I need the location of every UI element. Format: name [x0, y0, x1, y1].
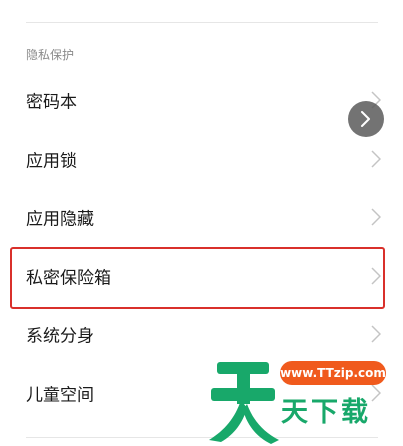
watermark-name: 天下载 [281, 397, 371, 428]
chevron-right-icon [371, 150, 381, 168]
watermark-logo-icon [209, 362, 279, 444]
list-item-label: 系统分身 [26, 326, 94, 347]
highlight-annotation-box [10, 247, 385, 309]
list-item-label: 儿童空间 [26, 385, 94, 406]
watermark-url: www.TTzip.com [280, 361, 386, 385]
list-item-password-book[interactable]: 密码本 [0, 72, 403, 128]
list-item-app-hide[interactable]: 应用隐藏 [0, 189, 403, 245]
chevron-right-icon [361, 111, 370, 127]
watermark: www.TTzip.com 天下载 [203, 354, 403, 446]
list-item-label: 应用隐藏 [26, 209, 94, 230]
list-item-label: 密码本 [26, 92, 77, 113]
top-divider [26, 22, 378, 23]
chevron-right-icon [371, 325, 381, 343]
section-header-privacy: 隐私保护 [26, 48, 75, 62]
floating-nav-button[interactable] [348, 101, 384, 137]
chevron-right-icon [371, 208, 381, 226]
list-item-label: 应用锁 [26, 151, 77, 172]
list-item-app-lock[interactable]: 应用锁 [0, 131, 403, 187]
